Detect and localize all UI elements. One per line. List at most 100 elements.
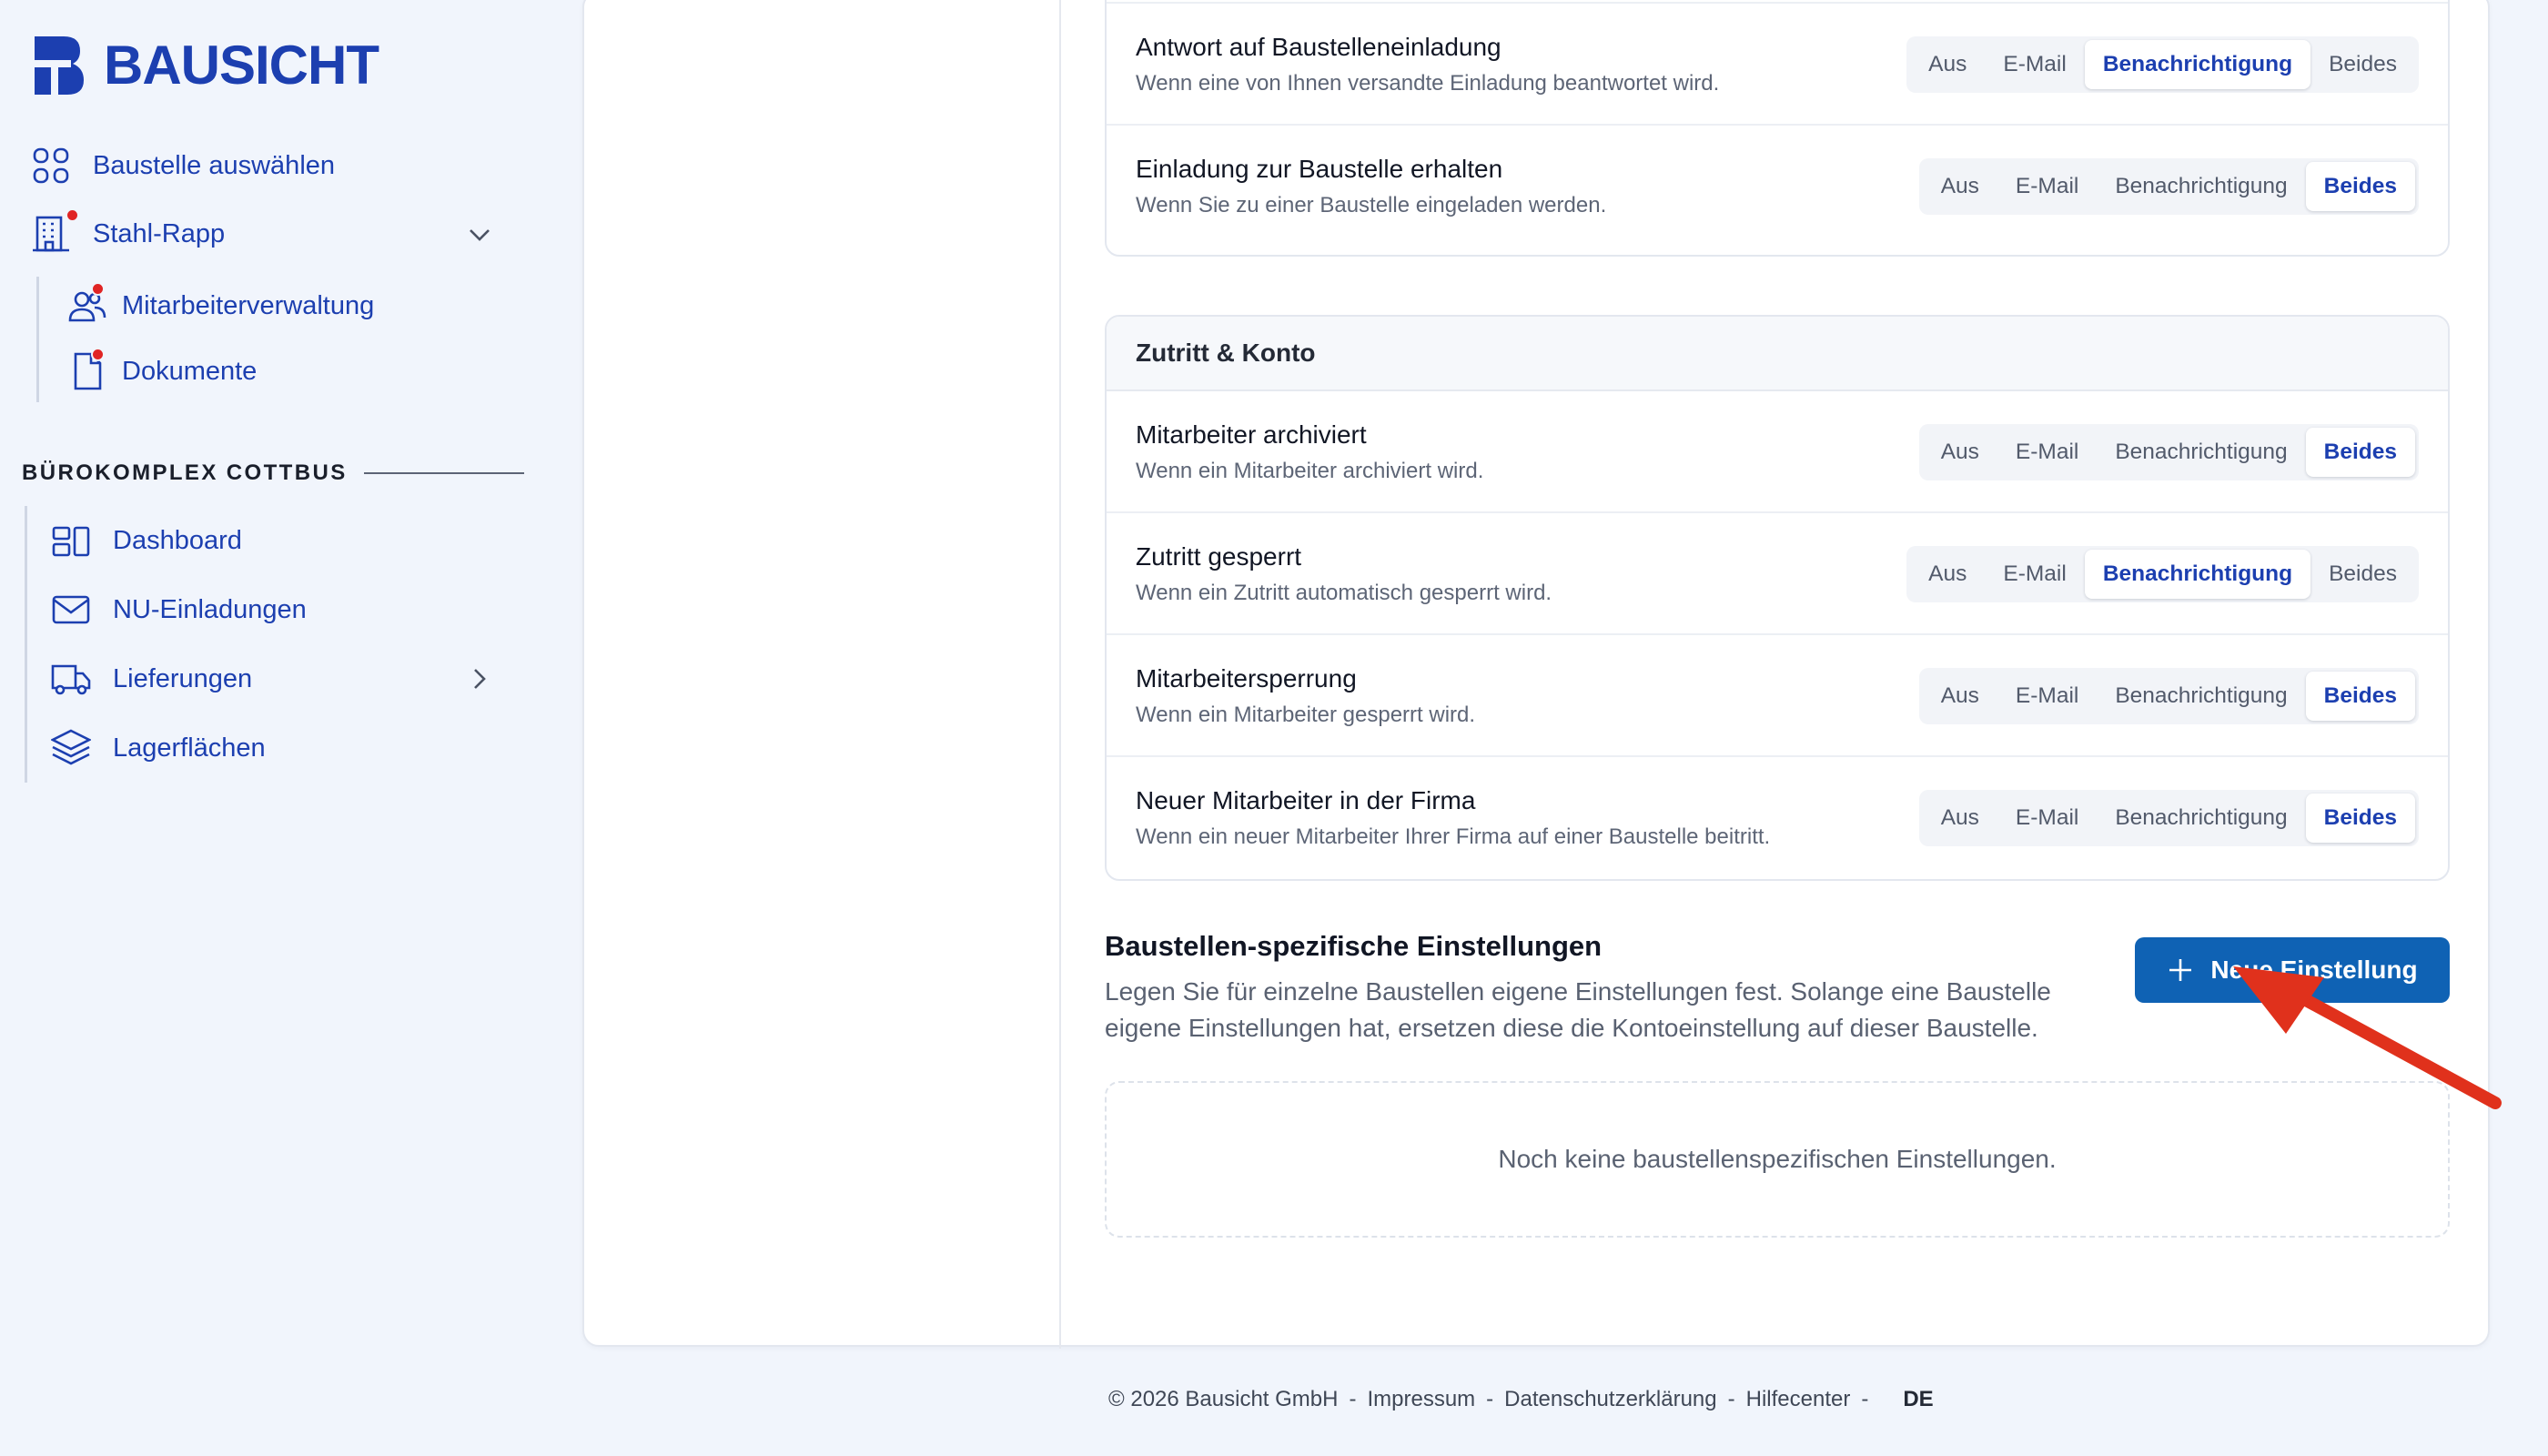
option-off[interactable]: Aus (1910, 40, 1985, 89)
setting-row: Neuer Mitarbeiter in der Firma Wenn ein … (1107, 757, 2448, 879)
option-notification[interactable]: Benachrichtigung (2097, 428, 2305, 477)
option-notification[interactable]: Benachrichtigung (2097, 794, 2305, 843)
dashboard-icon (51, 521, 91, 561)
truck-icon (51, 659, 91, 699)
sidebar-item-select-site[interactable]: Baustelle auswählen (31, 146, 335, 186)
footer: © 2026 Bausicht GmbH - Impressum - Daten… (1108, 1387, 1934, 1412)
footer-link-imprint[interactable]: Impressum (1367, 1387, 1475, 1412)
sidebar-item-label: Baustelle auswählen (93, 150, 336, 180)
option-email[interactable]: E-Mail (1997, 672, 2097, 721)
option-both[interactable]: Beides (2305, 428, 2415, 477)
sidebar-item-label: Lieferungen (113, 663, 253, 693)
column-divider (1059, 0, 1061, 1349)
channel-selector: Aus E-Mail Benachrichtigung Beides (1918, 668, 2419, 724)
mail-icon (51, 590, 91, 630)
setting-description: Wenn eine von Ihnen versandte Einladung … (1136, 71, 1720, 96)
option-both[interactable]: Beides (2305, 794, 2415, 843)
setting-title: Einladung zur Baustelle erhalten (1136, 155, 1503, 183)
settings-card: Antwort auf Baustelleneinladung Wenn ein… (582, 0, 2502, 1349)
setting-title: Antwort auf Baustelleneinladung (1136, 33, 1502, 61)
footer-link-privacy[interactable]: Datenschutzerklärung (1504, 1387, 1716, 1412)
brand-logo[interactable]: BAUSICHT (27, 35, 379, 96)
site-section-label: BÜROKOMPLEX COTTBUS (22, 460, 348, 485)
option-notification[interactable]: Benachrichtigung (2097, 672, 2305, 721)
site-specific-description: Legen Sie für einzelne Baustellen eigene… (1105, 977, 2051, 1042)
notification-group-sites: Antwort auf Baustelleneinladung Wenn ein… (1105, 0, 2450, 257)
site-section-title: BÜROKOMPLEX COTTBUS (22, 460, 524, 486)
sidebar-item-invitations[interactable]: NU-Einladungen (51, 590, 307, 630)
grid-icon (31, 146, 71, 186)
notification-dot (66, 208, 79, 222)
option-both[interactable]: Beides (2310, 550, 2415, 599)
channel-selector: Aus E-Mail Benachrichtigung Beides (1918, 790, 2419, 846)
channel-selector: Aus E-Mail Benachrichtigung Beides (1906, 36, 2419, 93)
footer-separator: - (1727, 1387, 1735, 1411)
brand-name: BAUSICHT (104, 35, 379, 96)
footer-link-help[interactable]: Hilfecenter (1746, 1387, 1851, 1412)
setting-title: Mitarbeitersperrung (1136, 664, 1357, 693)
chevron-right-icon[interactable] (464, 663, 495, 694)
option-email[interactable]: E-Mail (1997, 428, 2097, 477)
footer-separator: - (1349, 1387, 1357, 1411)
sidebar: BAUSICHT Baustelle auswählen Stahl-Rapp (0, 0, 582, 1456)
sidebar-item-label: NU-Einladungen (113, 594, 307, 624)
option-notification[interactable]: Benachrichtigung (2084, 550, 2311, 599)
tree-line (25, 506, 27, 783)
footer-separator: - (1486, 1387, 1494, 1411)
option-off[interactable]: Aus (1923, 428, 1997, 477)
sidebar-item-storage[interactable]: Lagerflächen (50, 728, 266, 768)
sidebar-item-label: Dashboard (113, 525, 242, 555)
option-off[interactable]: Aus (1923, 794, 1997, 843)
sidebar-item-company[interactable]: Stahl-Rapp (31, 208, 226, 254)
setting-title: Mitarbeiter archiviert (1136, 420, 1367, 449)
option-both[interactable]: Beides (2310, 40, 2415, 89)
setting-row: Zutritt gesperrt Wenn ein Zutritt automa… (1107, 513, 2448, 635)
group-header: Zutritt & Konto (1107, 317, 2448, 391)
sidebar-item-label: Mitarbeiterverwaltung (122, 290, 375, 320)
sidebar-item-dashboard[interactable]: Dashboard (51, 521, 242, 561)
setting-title: Zutritt gesperrt (1136, 542, 1302, 571)
document-icon (67, 348, 107, 391)
option-email[interactable]: E-Mail (1985, 550, 2084, 599)
chevron-down-icon[interactable] (464, 219, 495, 250)
option-off[interactable]: Aus (1923, 162, 1997, 211)
option-both[interactable]: Beides (2305, 672, 2415, 721)
setting-description: Wenn Sie zu einer Baustelle eingeladen w… (1136, 193, 1607, 217)
setting-description: Wenn ein Zutritt automatisch gesperrt wi… (1136, 581, 1552, 605)
notification-dot (91, 282, 105, 296)
footer-separator: - (1861, 1387, 1869, 1411)
channel-selector: Aus E-Mail Benachrichtigung Beides (1918, 424, 2419, 480)
plus-icon (2169, 959, 2192, 981)
option-both[interactable]: Beides (2305, 162, 2415, 211)
option-notification[interactable]: Benachrichtigung (2084, 40, 2311, 89)
option-off[interactable]: Aus (1910, 550, 1985, 599)
sidebar-item-label: Dokumente (122, 356, 258, 386)
channel-selector: Aus E-Mail Benachrichtigung Beides (1918, 158, 2419, 215)
channel-selector: Aus E-Mail Benachrichtigung Beides (1906, 546, 2419, 602)
notification-dot (91, 348, 105, 361)
option-email[interactable]: E-Mail (1985, 40, 2084, 89)
section-divider (363, 472, 524, 474)
option-email[interactable]: E-Mail (1997, 794, 2097, 843)
option-notification[interactable]: Benachrichtigung (2097, 162, 2305, 211)
sidebar-item-deliveries[interactable]: Lieferungen (51, 659, 252, 699)
site-specific-title: Baustellen-spezifische Einstellungen (1105, 930, 1603, 962)
footer-copyright: © 2026 Bausicht GmbH (1108, 1387, 1339, 1411)
language-switch[interactable]: DE (1903, 1387, 1933, 1412)
setting-row: Antwort auf Baustelleneinladung Wenn ein… (1107, 4, 2448, 126)
setting-description: Wenn ein neuer Mitarbeiter Ihrer Firma a… (1136, 824, 1771, 849)
tree-line (36, 277, 39, 402)
annotation-arrow-icon (2233, 966, 2502, 1109)
layers-icon (50, 728, 92, 768)
sidebar-item-documents[interactable]: Dokumente (67, 348, 258, 391)
setting-row: Mitarbeitersperrung Wenn ein Mitarbeiter… (1107, 635, 2448, 757)
empty-state-text: Noch keine baustellenspezifischen Einste… (1498, 1145, 2057, 1173)
setting-row: Mitarbeiter archiviert Wenn ein Mitarbei… (1107, 391, 2448, 513)
setting-title: Neuer Mitarbeiter in der Firma (1136, 786, 1476, 814)
users-icon (67, 282, 107, 326)
setting-description: Wenn ein Mitarbeiter gesperrt wird. (1136, 703, 1476, 727)
option-off[interactable]: Aus (1923, 672, 1997, 721)
option-email[interactable]: E-Mail (1997, 162, 2097, 211)
sidebar-item-employees[interactable]: Mitarbeiterverwaltung (67, 282, 375, 326)
sidebar-item-label: Stahl-Rapp (93, 218, 226, 248)
